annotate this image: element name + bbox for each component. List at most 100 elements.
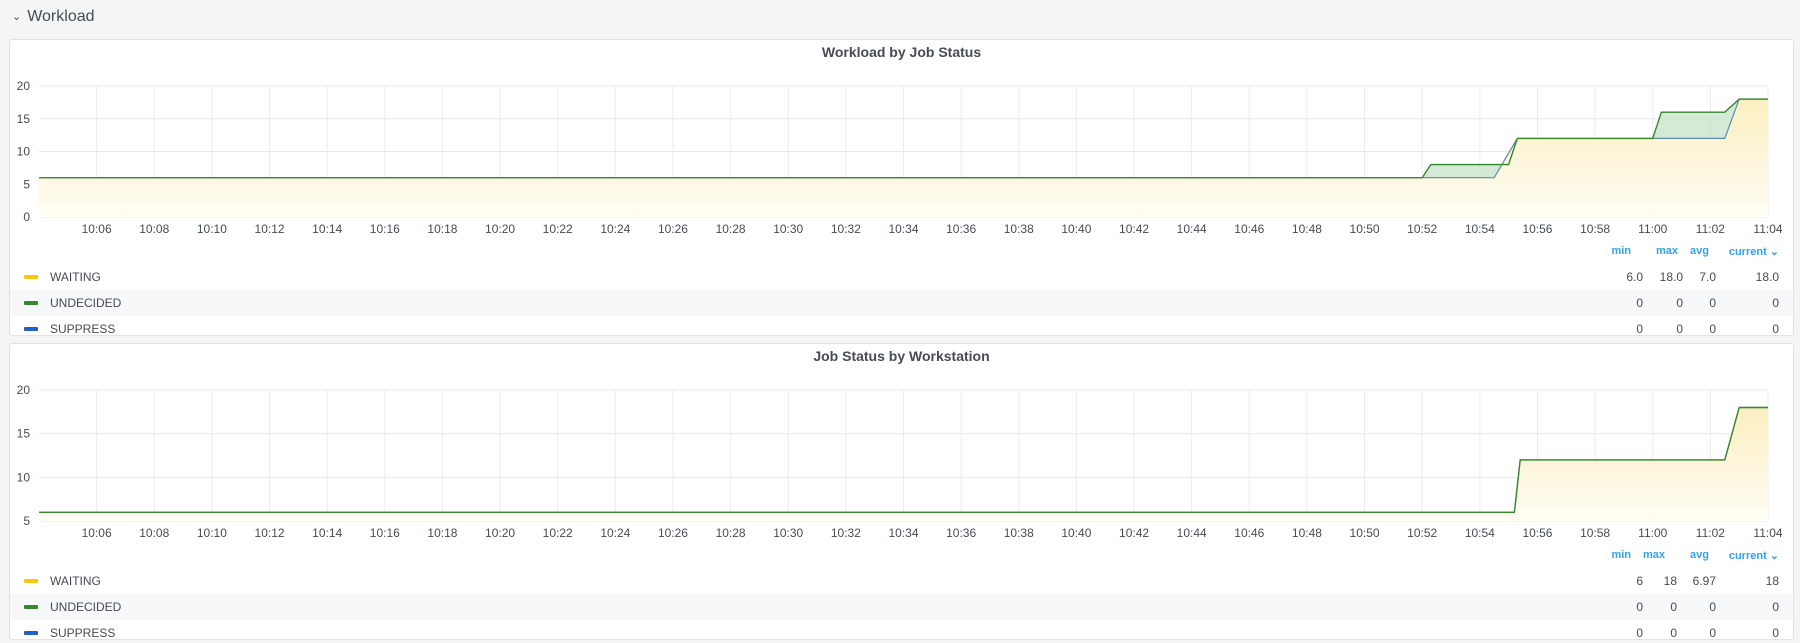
x-tick-label: 10:26 bbox=[658, 526, 688, 540]
legend-swatch-suppress[interactable] bbox=[24, 327, 38, 331]
x-tick-label: 10:34 bbox=[888, 222, 918, 236]
legend-header-avg[interactable]: avg bbox=[1690, 549, 1709, 561]
x-tick-label: 10:48 bbox=[1292, 526, 1322, 540]
y-tick-label: 0 bbox=[23, 210, 30, 224]
x-tick-label: 10:52 bbox=[1407, 526, 1437, 540]
y-tick-label: 5 bbox=[23, 514, 30, 528]
legend-avg: 6.97 bbox=[1692, 574, 1716, 588]
legend-avg: 0 bbox=[1709, 322, 1716, 335]
x-tick-label: 10:40 bbox=[1061, 526, 1091, 540]
x-tick-label: 10:10 bbox=[197, 526, 227, 540]
x-tick-label: 10:42 bbox=[1119, 222, 1149, 236]
x-tick-label: 10:48 bbox=[1292, 222, 1322, 236]
legend-avg: 7.0 bbox=[1699, 270, 1716, 284]
x-tick-label: 10:22 bbox=[543, 222, 573, 236]
x-tick-label: 11:02 bbox=[1696, 526, 1725, 540]
legend-series-name[interactable]: SUPPRESS bbox=[50, 626, 115, 639]
x-tick-label: 11:04 bbox=[1753, 222, 1782, 236]
legend-current: 18.0 bbox=[1755, 270, 1779, 284]
legend-swatch-undecided[interactable] bbox=[24, 301, 38, 305]
y-tick-label: 20 bbox=[17, 383, 31, 397]
legend-header-avg[interactable]: avg bbox=[1690, 245, 1709, 257]
x-tick-label: 11:00 bbox=[1638, 222, 1667, 236]
x-tick-label: 10:20 bbox=[485, 526, 515, 540]
x-tick-label: 10:18 bbox=[427, 526, 457, 540]
y-tick-label: 10 bbox=[17, 470, 31, 484]
legend-row: UNDECIDED 0 0 0 0 bbox=[10, 290, 1793, 316]
legend-series-name[interactable]: UNDECIDED bbox=[50, 296, 121, 310]
x-tick-label: 10:22 bbox=[543, 526, 573, 540]
row-title: Workload bbox=[27, 8, 95, 25]
legend-header: min max avg current ⌄ bbox=[1581, 245, 1781, 261]
x-tick-label: 10:30 bbox=[773, 222, 803, 236]
x-tick-label: 10:08 bbox=[139, 526, 169, 540]
x-tick-label: 10:54 bbox=[1465, 222, 1495, 236]
x-tick-label: 10:30 bbox=[773, 526, 803, 540]
panel-job-status-by-workstation: Job Status by Workstation 5 10 15 20 10:06 10… bbox=[9, 343, 1794, 640]
legend-row: WAITING 6.0 18.0 7.0 18.0 bbox=[10, 264, 1793, 290]
x-tick-label: 10:46 bbox=[1234, 526, 1264, 540]
legend-header-max[interactable]: max bbox=[1643, 549, 1665, 561]
x-tick-label: 10:14 bbox=[312, 222, 342, 236]
legend-header-current[interactable]: current ⌄ bbox=[1729, 549, 1779, 562]
x-tick-label: 10:12 bbox=[255, 526, 285, 540]
legend: WAITING 6.0 18.0 7.0 18.0 UNDECIDED 0 0 … bbox=[10, 264, 1793, 335]
x-tick-label: 10:18 bbox=[427, 222, 457, 236]
y-tick-label: 5 bbox=[23, 177, 30, 191]
x-tick-label: 10:32 bbox=[831, 526, 861, 540]
x-tick-label: 10:06 bbox=[82, 222, 112, 236]
x-tick-label: 10:44 bbox=[1177, 526, 1207, 540]
x-tick-label: 10:28 bbox=[716, 526, 746, 540]
x-tick-label: 10:58 bbox=[1580, 222, 1610, 236]
legend-series-name[interactable]: WAITING bbox=[50, 270, 101, 284]
legend-row: SUPPRESS 0 0 0 0 bbox=[10, 620, 1793, 639]
legend-swatch-undecided[interactable] bbox=[24, 605, 38, 609]
legend-swatch-suppress[interactable] bbox=[24, 631, 38, 635]
x-tick-label: 10:16 bbox=[370, 526, 400, 540]
x-tick-label: 10:32 bbox=[831, 222, 861, 236]
x-tick-label: 10:40 bbox=[1061, 222, 1091, 236]
x-tick-label: 10:38 bbox=[1004, 526, 1034, 540]
panel-workload-by-job-status: Workload by Job Status 0 5 10 15 20 10:06 10:0… bbox=[9, 39, 1794, 336]
chevron-down-icon[interactable]: ⌄ bbox=[12, 10, 21, 23]
x-tick-label: 10:20 bbox=[485, 222, 515, 236]
x-tick-label: 11:00 bbox=[1638, 526, 1667, 540]
x-tick-label: 10:26 bbox=[658, 222, 688, 236]
legend-swatch-waiting[interactable] bbox=[24, 579, 38, 583]
legend-header-min[interactable]: min bbox=[1611, 245, 1631, 257]
legend: WAITING 6 18 6.97 18 UNDECIDED 0 0 0 0 S… bbox=[10, 568, 1793, 639]
legend-header-min[interactable]: min bbox=[1611, 549, 1631, 561]
legend-header: min max avg current ⌄ bbox=[1581, 549, 1781, 565]
x-tick-label: 10:16 bbox=[370, 222, 400, 236]
x-tick-label: 10:54 bbox=[1465, 526, 1495, 540]
x-tick-label: 10:52 bbox=[1407, 222, 1437, 236]
legend-series-name[interactable]: SUPPRESS bbox=[50, 322, 115, 335]
legend-series-name[interactable]: WAITING bbox=[50, 574, 101, 588]
y-tick-label: 15 bbox=[17, 112, 31, 126]
x-tick-label: 10:36 bbox=[946, 526, 976, 540]
x-tick-label: 10:34 bbox=[888, 526, 918, 540]
legend-current: 0 bbox=[1772, 600, 1779, 614]
legend-current: 0 bbox=[1772, 322, 1779, 335]
x-tick-label: 11:02 bbox=[1696, 222, 1725, 236]
x-tick-label: 10:12 bbox=[255, 222, 285, 236]
x-tick-label: 10:50 bbox=[1350, 222, 1380, 236]
legend-current: 0 bbox=[1772, 626, 1779, 639]
y-tick-label: 15 bbox=[17, 427, 31, 441]
row-header-workload[interactable]: ⌄ Workload bbox=[12, 4, 95, 30]
x-tick-label: 10:50 bbox=[1350, 526, 1380, 540]
legend-series-name[interactable]: UNDECIDED bbox=[50, 600, 121, 614]
legend-row: WAITING 6 18 6.97 18 bbox=[10, 568, 1793, 594]
x-tick-label: 10:42 bbox=[1119, 526, 1149, 540]
x-tick-label: 10:36 bbox=[946, 222, 976, 236]
x-tick-label: 10:56 bbox=[1522, 222, 1552, 236]
legend-swatch-waiting[interactable] bbox=[24, 275, 38, 279]
x-tick-label: 11:04 bbox=[1753, 526, 1782, 540]
x-tick-label: 10:38 bbox=[1004, 222, 1034, 236]
x-tick-label: 10:08 bbox=[139, 222, 169, 236]
x-tick-label: 10:58 bbox=[1580, 526, 1610, 540]
legend-header-max[interactable]: max bbox=[1656, 245, 1678, 257]
legend-header-current[interactable]: current ⌄ bbox=[1729, 245, 1779, 258]
x-tick-label: 10:10 bbox=[197, 222, 227, 236]
x-tick-label: 10:44 bbox=[1177, 222, 1207, 236]
